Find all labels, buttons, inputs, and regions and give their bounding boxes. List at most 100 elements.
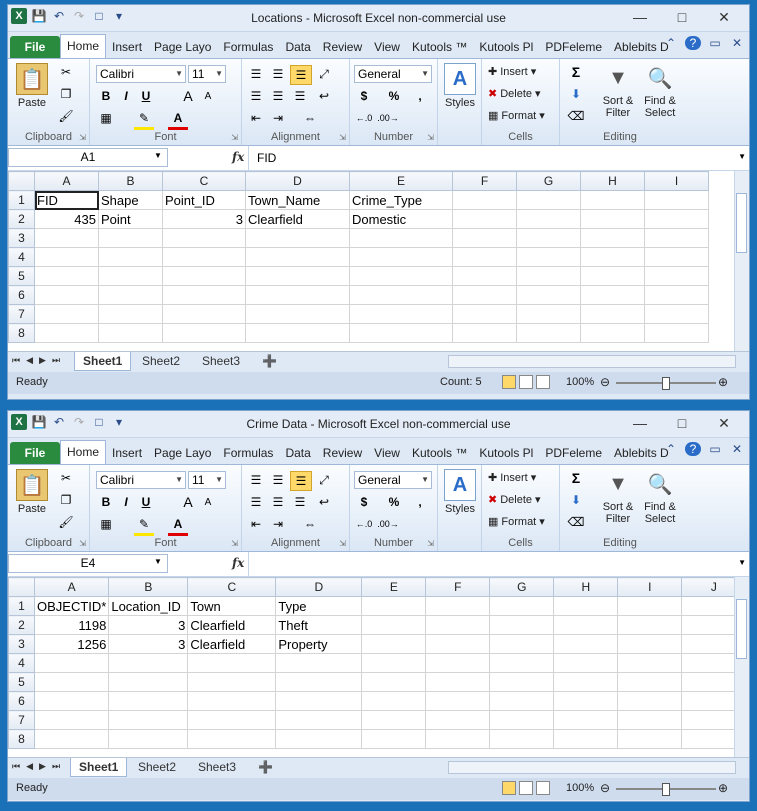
cell[interactable] (425, 653, 491, 673)
cell[interactable]: Point_ID (162, 190, 246, 210)
cell[interactable] (580, 247, 645, 267)
help-icon[interactable]: ? (685, 442, 701, 456)
autosum-button[interactable]: Σ (566, 469, 586, 487)
bold-button[interactable]: B (96, 493, 116, 511)
cell[interactable] (489, 653, 555, 673)
cell[interactable] (644, 228, 709, 248)
row-header[interactable]: 7 (8, 304, 35, 324)
next-sheet-icon[interactable]: ▶ (39, 761, 46, 772)
undo-icon[interactable]: ↶ (51, 8, 67, 24)
cell[interactable] (489, 634, 555, 654)
tab-file[interactable]: File (10, 36, 60, 58)
close-workbook-icon[interactable]: ✕ (729, 36, 745, 50)
clear-icon[interactable]: ⌫ (566, 513, 586, 531)
zoom-in-icon[interactable]: ⊕ (718, 375, 728, 389)
normal-view-icon[interactable] (502, 781, 516, 795)
cell[interactable]: Town_Name (245, 190, 350, 210)
align-right-icon[interactable]: ☰ (290, 493, 310, 511)
tab-insert[interactable]: Insert (106, 36, 148, 58)
cell[interactable] (516, 190, 581, 210)
percent-button[interactable]: % (384, 87, 404, 105)
decrease-indent-icon[interactable]: ⇤ (246, 109, 266, 127)
minimize-button[interactable]: — (619, 7, 661, 27)
excel-app-icon[interactable]: X (11, 414, 27, 430)
cell[interactable] (617, 596, 683, 616)
underline-button[interactable]: U (136, 87, 156, 105)
cell[interactable] (245, 247, 350, 267)
fill-icon[interactable]: ⬇ (566, 491, 586, 509)
cell[interactable] (275, 672, 363, 692)
wrap-text-icon[interactable]: ↩ (314, 493, 334, 511)
sheet-tab-sheet3[interactable]: Sheet3 (194, 352, 248, 370)
tab-kutools[interactable]: Kutools ™ (406, 442, 473, 464)
orientation-icon[interactable]: ⤢ (314, 471, 334, 489)
cell[interactable] (516, 266, 581, 286)
cell[interactable] (349, 247, 453, 267)
column-header[interactable]: C (162, 171, 246, 191)
cell[interactable] (275, 729, 363, 749)
cell[interactable] (162, 285, 246, 305)
cell[interactable] (361, 729, 427, 749)
name-box[interactable]: A1 (8, 148, 168, 167)
row-header[interactable]: 8 (8, 729, 35, 749)
cell[interactable] (580, 209, 645, 229)
cell[interactable] (34, 266, 99, 286)
align-top-icon[interactable]: ☰ (246, 471, 266, 489)
comma-button[interactable]: , (410, 493, 430, 511)
cell[interactable] (553, 672, 619, 692)
row-header[interactable]: 2 (8, 209, 35, 229)
collapse-ribbon-icon[interactable]: ⌃ (663, 442, 679, 456)
cut-icon[interactable]: ✂ (56, 469, 76, 487)
comma-button[interactable]: , (410, 87, 430, 105)
cell[interactable] (108, 710, 189, 730)
horizontal-scrollbar[interactable] (448, 761, 736, 774)
cell[interactable] (245, 323, 350, 343)
align-bottom-icon[interactable]: ☰ (290, 65, 312, 85)
cell[interactable] (644, 247, 709, 267)
page-break-view-icon[interactable] (536, 781, 550, 795)
decrease-indent-icon[interactable]: ⇤ (246, 515, 266, 533)
cell[interactable] (516, 285, 581, 305)
cell[interactable]: Shape (98, 190, 163, 210)
cell[interactable] (98, 285, 163, 305)
cell[interactable] (553, 615, 619, 635)
cell[interactable] (34, 285, 99, 305)
cell[interactable] (452, 266, 517, 286)
align-left-icon[interactable]: ☰ (246, 87, 266, 105)
borders-icon[interactable]: ▦ (96, 515, 116, 533)
last-sheet-icon[interactable]: ⏭ (52, 761, 60, 772)
cell[interactable]: FID (34, 190, 99, 210)
cell[interactable] (452, 247, 517, 267)
column-header[interactable]: H (580, 171, 645, 191)
new-document-icon[interactable]: □ (91, 8, 107, 24)
cell[interactable] (361, 653, 427, 673)
page-layout-view-icon[interactable] (519, 375, 533, 389)
column-header[interactable]: F (452, 171, 517, 191)
increase-indent-icon[interactable]: ⇥ (268, 515, 288, 533)
align-center-icon[interactable]: ☰ (268, 87, 288, 105)
name-box[interactable]: E4 (8, 554, 168, 573)
borders-icon[interactable]: ▦ (96, 109, 116, 127)
align-middle-icon[interactable]: ☰ (268, 471, 288, 489)
column-header[interactable]: A (33, 577, 110, 597)
page-break-view-icon[interactable] (536, 375, 550, 389)
cell[interactable] (516, 209, 581, 229)
cell[interactable] (98, 247, 163, 267)
cell[interactable] (617, 710, 683, 730)
redo-icon[interactable]: ↷ (71, 414, 87, 430)
horizontal-scrollbar[interactable] (448, 355, 736, 368)
cell[interactable]: Property (275, 634, 363, 654)
column-header[interactable]: A (34, 171, 99, 191)
cell[interactable] (516, 323, 581, 343)
sort-filter-button[interactable]: ▼ Sort & Filter (598, 469, 638, 526)
cell[interactable] (580, 190, 645, 210)
cell[interactable] (361, 596, 427, 616)
row-header[interactable]: 2 (8, 615, 35, 635)
decrease-decimal-icon[interactable]: .00→ (377, 515, 399, 533)
cell[interactable]: Domestic (349, 209, 453, 229)
insert-sheet-icon[interactable]: ➕ (254, 352, 285, 370)
tab-home[interactable]: Home (60, 34, 107, 58)
restore-window-icon[interactable]: ▭ (707, 36, 723, 50)
tab-view[interactable]: View (368, 36, 406, 58)
collapse-ribbon-icon[interactable]: ⌃ (663, 36, 679, 50)
